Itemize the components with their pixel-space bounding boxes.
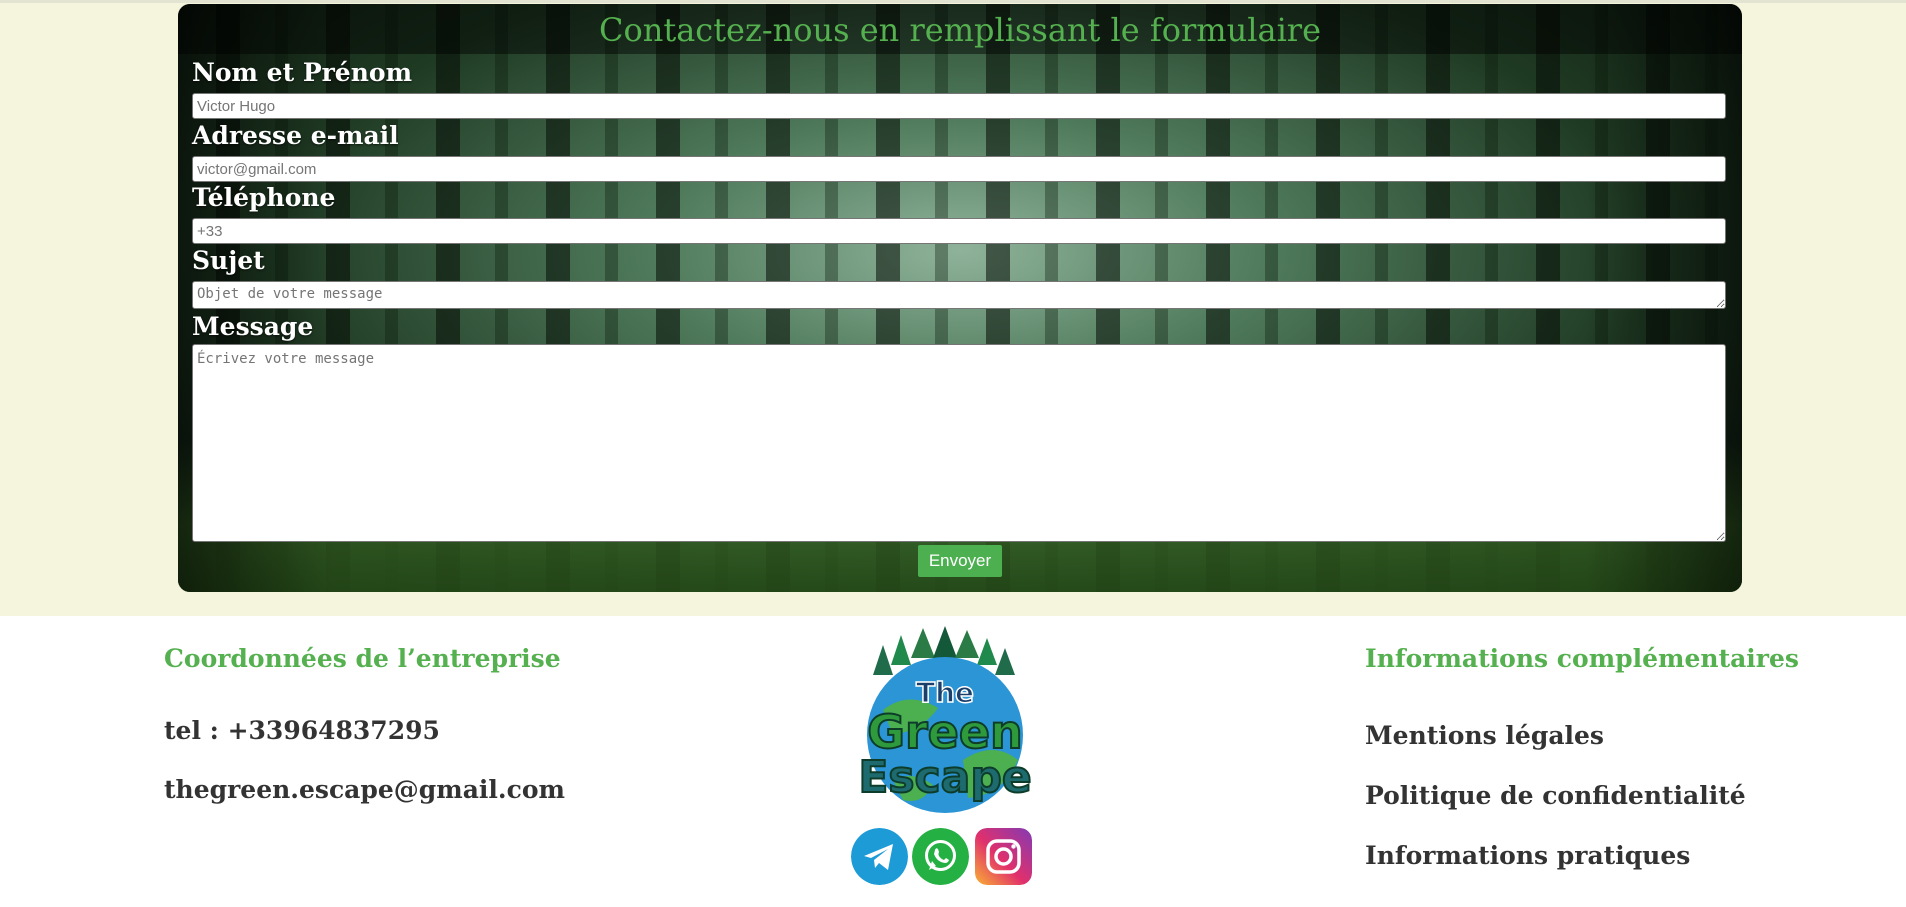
whatsapp-icon[interactable] bbox=[912, 828, 969, 885]
send-button[interactable]: Envoyer bbox=[918, 545, 1002, 577]
name-label: Nom et Prénom bbox=[192, 58, 413, 87]
legal-notice-link[interactable]: Mentions légales bbox=[1365, 721, 1604, 750]
subject-label: Sujet bbox=[192, 246, 265, 275]
telegram-icon[interactable] bbox=[851, 828, 908, 885]
privacy-policy-link-text[interactable]: Politique de confidentialité bbox=[1365, 781, 1746, 810]
form-title: Contactez-nous en remplissant le formula… bbox=[178, 4, 1742, 54]
legal-notice-link-text[interactable]: Mentions légales bbox=[1365, 721, 1604, 750]
message-label: Message bbox=[192, 312, 314, 341]
phone-input[interactable] bbox=[192, 218, 1726, 244]
logo-text-escape: Escape bbox=[858, 752, 1031, 803]
email-label: Adresse e-mail bbox=[192, 121, 399, 150]
green-escape-logo: The Green Escape bbox=[857, 626, 1033, 813]
top-border bbox=[0, 0, 1906, 3]
email-input[interactable] bbox=[192, 156, 1726, 182]
name-input[interactable] bbox=[192, 93, 1726, 119]
contact-form: Contactez-nous en remplissant le formula… bbox=[178, 4, 1742, 592]
practical-info-link-text[interactable]: Informations pratiques bbox=[1365, 841, 1690, 870]
logo-text-green: Green bbox=[867, 705, 1023, 759]
additional-info-title: Informations complémentaires bbox=[1365, 644, 1799, 673]
company-phone: tel : +33964837295 bbox=[164, 716, 440, 745]
practical-info-link[interactable]: Informations pratiques bbox=[1365, 841, 1690, 870]
subject-textarea[interactable] bbox=[192, 281, 1726, 309]
company-info-title: Coordonnées de l’entreprise bbox=[164, 644, 561, 673]
phone-label: Téléphone bbox=[192, 183, 336, 212]
instagram-icon[interactable] bbox=[975, 828, 1032, 885]
company-email: thegreen.escape@gmail.com bbox=[164, 775, 565, 804]
message-textarea[interactable] bbox=[192, 344, 1726, 542]
privacy-policy-link[interactable]: Politique de confidentialité bbox=[1365, 781, 1746, 810]
